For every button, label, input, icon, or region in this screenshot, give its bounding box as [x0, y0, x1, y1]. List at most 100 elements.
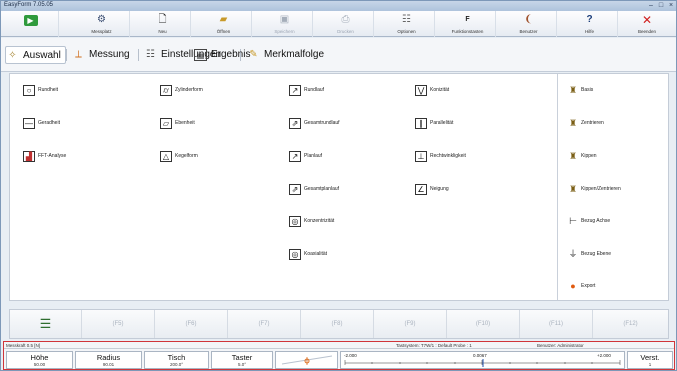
result-icon: ▤ — [194, 49, 207, 61]
function-keys-icon: F — [465, 16, 470, 23]
exit-label: Beenden — [637, 29, 657, 34]
start-button[interactable]: ▶ — [3, 11, 59, 37]
f11-key[interactable]: (F11) — [520, 310, 593, 338]
feature-sequence-icon: ✎ — [249, 49, 258, 60]
user-label: Benutzer — [519, 29, 538, 34]
settings-icon: ☷ — [146, 49, 155, 60]
feature-konzentrizitaet[interactable]: ◎ Konzentrizität — [289, 215, 334, 229]
list-button[interactable]: ☰ — [10, 310, 82, 338]
probe-status: Tastsystem: T7W/1 : Default Probe : 1 — [396, 343, 472, 348]
application-window: EasyForm 7.05.05 – □ × ▶ ⚙ Messplatz 🗋 Neu… — [0, 0, 677, 371]
feature-fft-analyse[interactable]: ▟ FFT-Analyse — [23, 150, 66, 164]
selection-icon: ✧ — [8, 50, 17, 61]
tab-divider — [66, 49, 67, 61]
action-bezug-ebene[interactable]: ⏚ Bezug Ebene — [567, 248, 611, 262]
feature-parallelitaet[interactable]: ∥ Parallelität — [415, 117, 453, 131]
verst-readout[interactable]: Verst. 1 — [627, 351, 673, 369]
center-icon: ♜ — [567, 118, 579, 129]
tab-messung[interactable]: ⟂ Messung — [72, 46, 129, 64]
tab-ergebnis[interactable]: ▤ Ergebnis — [194, 46, 250, 64]
main-toolbar: ▶ ⚙ Messplatz 🗋 Neu ▰ Öffnen ▣ Speichern ⎙ Dr… — [1, 11, 676, 37]
function-keys-button[interactable]: F Funktionstasten — [440, 11, 496, 37]
taster-readout: Taster 5.0° — [211, 351, 273, 369]
save-button[interactable]: ▣ Speichern — [257, 11, 313, 37]
feature-geradheit[interactable]: — Geradheit — [23, 117, 60, 131]
window-close-icon[interactable]: × — [667, 2, 675, 9]
perpendicularity-icon: ⊥ — [415, 151, 427, 162]
f6-key[interactable]: (F6) — [155, 310, 228, 338]
messplatz-button[interactable]: ⚙ Messplatz — [74, 11, 130, 37]
feature-zylinderform[interactable]: ⌭ Zylinderform — [160, 84, 203, 98]
total-axial-runout-icon: ⇗ — [289, 184, 301, 195]
coaxiality-icon: ◎ — [289, 249, 301, 260]
action-kippen[interactable]: ♜ Kippen — [567, 150, 597, 164]
action-kippen-zentrieren[interactable]: ♜ Kippen/Zentrieren — [567, 183, 621, 197]
basis-icon: ♜ — [567, 85, 579, 96]
exit-button[interactable]: ✕ Beenden — [619, 11, 675, 37]
print-label: Drucken — [337, 29, 354, 34]
panel-divider — [557, 74, 558, 300]
f9-key[interactable]: (F9) — [374, 310, 447, 338]
messplatz-label: Messplatz — [91, 29, 112, 34]
feature-ebenheit[interactable]: ▱ Ebenheit — [160, 117, 195, 131]
hoehe-readout: Höhe 50.00 — [6, 351, 73, 369]
deviation-scale: -2.000 0.0067 +2.000 — [340, 351, 625, 369]
feature-rechtwinkligkeit[interactable]: ⊥ Rechtwinkligkeit — [415, 150, 466, 164]
options-label: Optionen — [397, 29, 416, 34]
axial-runout-icon: ↗ — [289, 151, 301, 162]
tisch-readout: Tisch 200.0° — [144, 351, 209, 369]
feature-konizitaet[interactable]: ⋁ Konizität — [415, 84, 449, 98]
action-zentrieren[interactable]: ♜ Zentrieren — [567, 117, 604, 131]
options-button[interactable]: ☷ Optionen — [379, 11, 435, 37]
maximize-icon[interactable]: □ — [657, 2, 665, 9]
feature-rundlauf[interactable]: ↗ Rundlauf — [289, 84, 324, 98]
concentricity-icon: ◎ — [289, 216, 301, 227]
options-icon: ☷ — [402, 14, 411, 25]
action-export[interactable]: ● Export — [567, 280, 595, 294]
new-button[interactable]: 🗋 Neu — [135, 11, 191, 37]
open-button[interactable]: ▰ Öffnen — [196, 11, 252, 37]
feature-koaxialitaet[interactable]: ◎ Koaxialität — [289, 248, 327, 262]
parallelism-icon: ∥ — [415, 118, 427, 129]
scale-ticks — [344, 359, 621, 367]
probe-indicator — [275, 351, 338, 369]
minimize-icon[interactable]: – — [647, 2, 655, 9]
tab-auswahl[interactable]: ✧ Auswahl — [5, 46, 66, 64]
print-icon: ⎙ — [341, 14, 350, 25]
conicity-icon: ⋁ — [415, 85, 427, 96]
tab-divider — [138, 49, 139, 61]
user-button[interactable]: ❨ Benutzer — [501, 11, 557, 37]
action-basis[interactable]: ♜ Basis — [567, 84, 593, 98]
print-button[interactable]: ⎙ Drucken — [318, 11, 374, 37]
f12-key[interactable]: (F12) — [593, 310, 668, 338]
f7-key[interactable]: (F7) — [228, 310, 301, 338]
f10-key[interactable]: (F10) — [447, 310, 520, 338]
status-line: Messkraft 0.5 [N] Tastsystem: T7W/1 : De… — [4, 342, 674, 349]
force-status: Messkraft 0.5 [N] — [6, 343, 41, 348]
reference-plane-icon: ⏚ — [567, 249, 579, 260]
tilt-icon: ♜ — [567, 151, 579, 162]
cone-icon: △ — [160, 151, 172, 162]
tilt-center-icon: ♜ — [567, 184, 579, 195]
circle-icon: ○ — [23, 85, 35, 96]
feature-kegelform[interactable]: △ Kegelform — [160, 150, 198, 164]
feature-rundheit[interactable]: ○ Rundheit — [23, 84, 58, 98]
machine-icon: ⚙ — [97, 14, 106, 25]
f5-key[interactable]: (F5) — [82, 310, 155, 338]
feature-gesamtplanlauf[interactable]: ⇗ Gesamtplanlauf — [289, 183, 339, 197]
straightness-icon: — — [23, 118, 35, 129]
feature-gesamtrundlauf[interactable]: ⇗ Gesamtrundlauf — [289, 117, 340, 131]
action-bezug-achse[interactable]: ⊢ Bezug Achse — [567, 215, 610, 229]
f8-key[interactable]: (F8) — [301, 310, 374, 338]
close-icon: ✕ — [641, 13, 653, 27]
runout-icon: ↗ — [289, 85, 301, 96]
tab-merkmalfolge[interactable]: ✎ Merkmalfolge — [247, 46, 324, 64]
status-panel: Messkraft 0.5 [N] Tastsystem: T7W/1 : De… — [3, 341, 675, 370]
play-icon: ▶ — [23, 15, 38, 26]
angularity-icon: ∠ — [415, 184, 427, 195]
new-document-icon: 🗋 — [158, 14, 167, 25]
radius-readout: Radius 90.01 — [75, 351, 142, 369]
help-button[interactable]: ? Hilfe — [562, 11, 618, 37]
feature-neigung[interactable]: ∠ Neigung — [415, 183, 449, 197]
feature-planlauf[interactable]: ↗ Planlauf — [289, 150, 322, 164]
